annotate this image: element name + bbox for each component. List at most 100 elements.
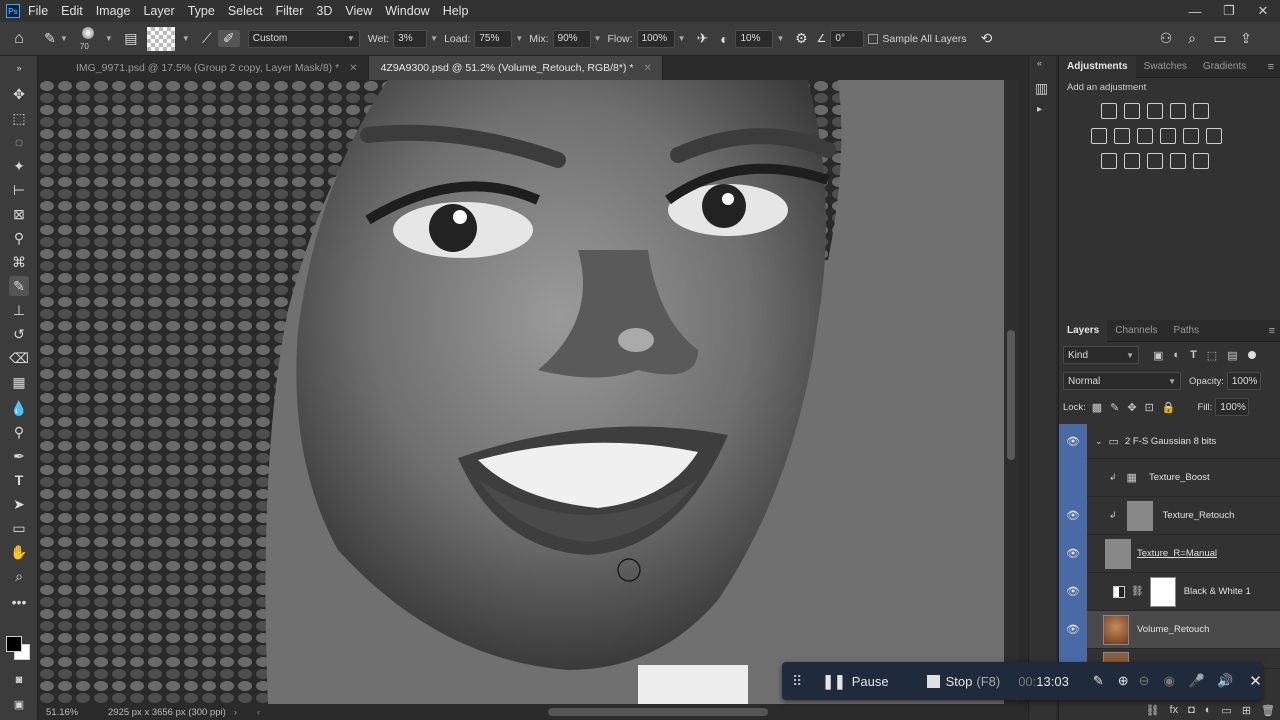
lock-all-icon[interactable]: 🔒 xyxy=(1162,401,1176,414)
color-balance-icon[interactable] xyxy=(1114,128,1130,144)
layer-row[interactable]: 👁 ⌄ ▭ 2 F-S Gaussian 8 bits xyxy=(1059,423,1280,459)
filter-pixel-icon[interactable]: ▣ xyxy=(1153,349,1163,362)
visibility-eye-icon[interactable]: 👁 xyxy=(1059,496,1087,535)
visibility-eye-icon[interactable]: 👁 xyxy=(1059,572,1087,611)
brightness-contrast-icon[interactable] xyxy=(1101,103,1117,119)
load-field[interactable]: 75% xyxy=(474,29,513,48)
visibility-eye-icon[interactable]: 👁 xyxy=(1059,610,1087,649)
color-lookup-icon[interactable] xyxy=(1206,128,1222,144)
workspace-icon[interactable]: ▭ xyxy=(1208,30,1232,47)
visibility-eye-icon[interactable]: 👁 xyxy=(1059,423,1087,459)
tab-4z9a9300[interactable]: 4Z9A9300.psd @ 51.2% (Volume_Retouch, RG… xyxy=(368,56,663,80)
eraser-tool-icon[interactable]: ⌫ xyxy=(9,348,29,368)
scroll-left-icon[interactable]: ‹ xyxy=(257,707,260,718)
status-menu-chevron-icon[interactable]: › xyxy=(234,707,237,718)
filter-type-icon[interactable]: T xyxy=(1190,349,1197,361)
clean-brush-icon[interactable]: ✐ xyxy=(217,30,240,47)
smoothing-caret-icon[interactable]: ▼ xyxy=(776,34,784,43)
path-select-tool-icon[interactable]: ➤ xyxy=(9,494,29,514)
tool-preset-caret-icon[interactable]: ▼ xyxy=(60,34,68,43)
load-brush-icon[interactable]: ⟋ xyxy=(196,30,218,47)
close-icon[interactable]: ✕ xyxy=(1246,3,1280,19)
add-mask-icon[interactable]: ◘ xyxy=(1188,704,1195,716)
layer-row[interactable]: ↲ ▦ Texture_Boost xyxy=(1059,458,1280,497)
layer-row[interactable]: 👁 ↲ Texture_Retouch xyxy=(1059,496,1280,535)
layer-style-icon[interactable]: fx xyxy=(1170,704,1179,716)
hand-tool-icon[interactable]: ✋ xyxy=(9,542,29,562)
menu-image[interactable]: Image xyxy=(96,4,131,18)
airbrush-icon[interactable]: ✈ xyxy=(691,30,713,47)
opacity-field[interactable]: 100% xyxy=(1226,372,1261,390)
zoom-level[interactable]: 51.16% xyxy=(46,707,96,718)
close-icon[interactable]: ✕ xyxy=(643,63,651,74)
frame-tool-icon[interactable]: ⊠ xyxy=(9,204,29,224)
menu-type[interactable]: Type xyxy=(188,4,215,18)
sample-all-checkbox[interactable] xyxy=(868,33,879,44)
blend-mode-select[interactable]: Normal ▼ xyxy=(1063,372,1181,390)
layer-row-selected[interactable]: 👁 Volume_Retouch xyxy=(1059,610,1280,649)
visibility-eye-icon[interactable]: 👁 xyxy=(1059,534,1087,573)
move-tool-icon[interactable]: ✥ xyxy=(9,84,29,104)
brush-settings-icon[interactable]: ▤ xyxy=(119,30,143,47)
pressure-icon[interactable]: ⟲ xyxy=(972,30,1000,47)
lock-pixels-icon[interactable]: ✎ xyxy=(1110,401,1119,414)
lasso-tool-icon[interactable]: ◌ xyxy=(9,132,29,152)
tab-channels[interactable]: Channels xyxy=(1107,320,1165,342)
tab-gradients[interactable]: Gradients xyxy=(1195,56,1254,78)
menu-select[interactable]: Select xyxy=(228,4,263,18)
wet-field[interactable]: 3% xyxy=(393,29,428,48)
close-recorder-icon[interactable]: ✕ xyxy=(1249,672,1262,690)
menu-file[interactable]: File xyxy=(28,4,48,18)
pen-tool-icon[interactable]: ✒ xyxy=(9,446,29,466)
type-tool-icon[interactable]: T xyxy=(9,470,29,490)
mix-field[interactable]: 90% xyxy=(552,29,591,48)
share-icon[interactable]: ⇪ xyxy=(1236,30,1256,47)
panel-menu-icon[interactable]: ≡ xyxy=(1269,325,1275,337)
menu-filter[interactable]: Filter xyxy=(276,4,304,18)
webcam-icon[interactable]: ◉ xyxy=(1164,673,1175,689)
angle-field[interactable]: 0° xyxy=(830,29,865,48)
fill-field[interactable]: 100% xyxy=(1215,398,1250,416)
search-icon[interactable]: ⌕ xyxy=(1182,30,1202,47)
history-panel-icon[interactable]: ▥ xyxy=(1035,80,1048,97)
gear-icon[interactable]: ⚙ xyxy=(790,30,812,47)
lock-transparency-icon[interactable]: ▩ xyxy=(1092,401,1102,414)
smoothing-icon[interactable]: ◐ xyxy=(713,31,735,47)
zoom-tool-icon[interactable]: ⌕ xyxy=(9,566,29,586)
vibrance-icon[interactable] xyxy=(1193,103,1209,119)
menu-edit[interactable]: Edit xyxy=(61,4,83,18)
tab-paths[interactable]: Paths xyxy=(1166,320,1208,342)
pause-button[interactable]: Pause xyxy=(852,674,889,689)
stop-icon[interactable] xyxy=(926,674,940,688)
threshold-icon[interactable] xyxy=(1147,153,1163,169)
flow-caret-icon[interactable]: ▼ xyxy=(678,34,686,43)
invert-icon[interactable] xyxy=(1101,153,1117,169)
visibility-eye-icon-hidden[interactable] xyxy=(1059,458,1087,497)
curves-icon[interactable] xyxy=(1147,103,1163,119)
marquee-tool-icon[interactable]: ⬚ xyxy=(9,108,29,128)
stop-button[interactable]: Stop xyxy=(946,674,973,689)
history-brush-tool-icon[interactable]: ↺ xyxy=(9,324,29,344)
photo-filter-icon[interactable] xyxy=(1160,128,1176,144)
vertical-scrollbar[interactable] xyxy=(1004,80,1018,704)
menu-help[interactable]: Help xyxy=(443,4,469,18)
horizontal-scroll-thumb[interactable] xyxy=(548,708,768,716)
gradient-tool-icon[interactable]: ▦ xyxy=(9,372,29,392)
filter-toggle-icon[interactable] xyxy=(1247,351,1256,359)
properties-panel-icon[interactable]: ▸ xyxy=(1037,104,1042,115)
scrollbar-thumb[interactable] xyxy=(1007,330,1015,460)
black-white-icon[interactable] xyxy=(1137,128,1153,144)
layer-row[interactable]: 👁 Texture_R=Manual xyxy=(1059,534,1280,573)
link-icon[interactable]: ⛓ xyxy=(1131,586,1144,597)
layer-row[interactable]: 👁 ⛓ Black & White 1 xyxy=(1059,572,1280,611)
group-expand-chevron-icon[interactable]: ⌄ xyxy=(1095,436,1103,447)
drag-handle-icon[interactable]: ⠿ xyxy=(792,673,802,690)
selective-color-icon[interactable] xyxy=(1193,153,1209,169)
minimize-icon[interactable]: — xyxy=(1178,4,1212,19)
share-user-icon[interactable]: ⚇ xyxy=(1156,30,1176,47)
blend-preset-select[interactable]: Custom ▼ xyxy=(247,29,360,48)
gradient-map-icon[interactable] xyxy=(1170,153,1186,169)
menu-window[interactable]: Window xyxy=(385,4,429,18)
new-layer-icon[interactable]: ⊞ xyxy=(1242,704,1251,717)
channel-mixer-icon[interactable] xyxy=(1183,128,1199,144)
